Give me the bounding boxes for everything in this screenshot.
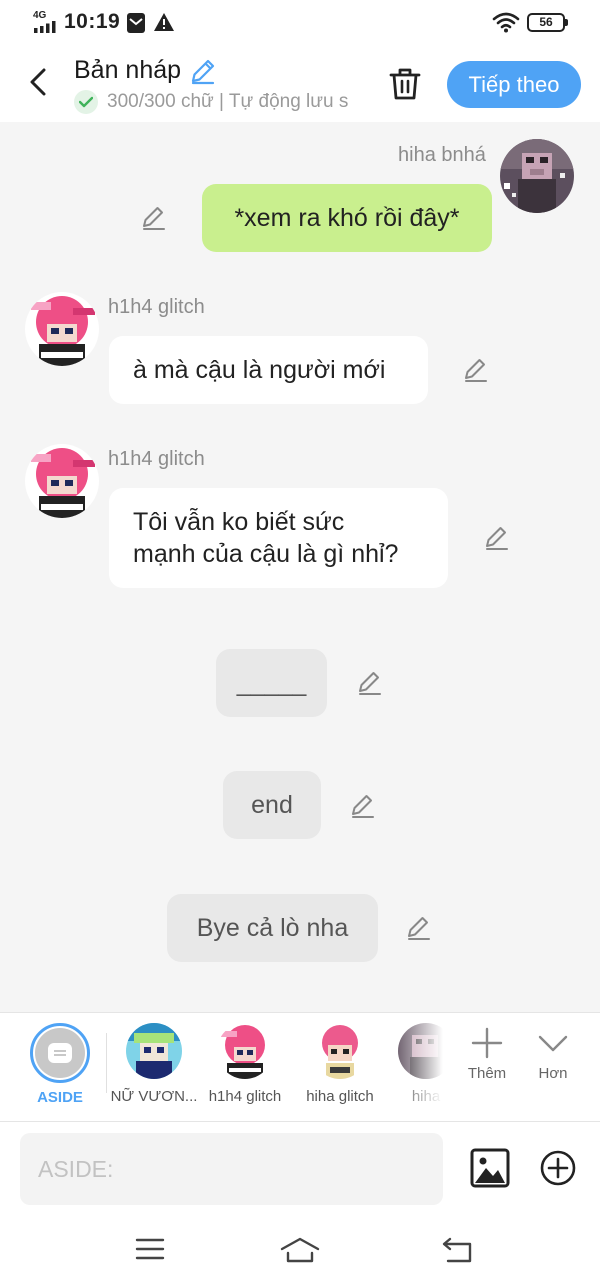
signal-icon <box>34 21 56 33</box>
check-icon <box>74 90 98 114</box>
aside-bubble[interactable]: end <box>223 771 321 839</box>
top-bar: Bản nháp 300/300 chữ | Tự động lưu s Tiế… <box>0 46 600 122</box>
message-bubble[interactable]: *xem ra khó rồi đây* <box>202 184 492 252</box>
edit-message-icon[interactable] <box>140 204 168 232</box>
avatar-hiha-bnha[interactable] <box>500 139 574 213</box>
save-status: 300/300 chữ | Tự động lưu s <box>74 90 364 114</box>
character-item[interactable]: h1h4 glitch <box>204 1023 286 1105</box>
battery-indicator: 56 <box>527 13 568 32</box>
edit-message-icon[interactable] <box>405 914 433 942</box>
edit-message-icon[interactable] <box>356 669 384 697</box>
character-avatar <box>312 1023 368 1079</box>
home-icon[interactable] <box>280 1237 320 1263</box>
back-nav-icon[interactable] <box>442 1237 474 1263</box>
character-label: hiha glitch <box>306 1088 374 1105</box>
aside-text: end <box>251 791 293 819</box>
character-selector: ASIDE NỮ VƯƠN... h1h4 glitch hiha glitch… <box>0 1012 600 1122</box>
add-circle-icon[interactable] <box>540 1150 576 1186</box>
aside-bubble[interactable]: Bye cả lò nha <box>167 894 378 962</box>
aside-text: Bye cả lò nha <box>196 914 349 942</box>
message-bubble[interactable]: à mà cậu là người mới <box>109 336 428 404</box>
avatar-h1h4-glitch[interactable] <box>25 292 99 366</box>
delete-button[interactable] <box>386 64 424 104</box>
status-bar: 4G 10:19 56 <box>0 0 600 46</box>
chevron-down-icon <box>538 1035 568 1052</box>
next-button[interactable]: Tiếp theo <box>447 61 581 108</box>
message-text-line2: mạnh của cậu là gì nhỉ? <box>133 540 399 568</box>
title-row: Bản nháp <box>74 56 217 85</box>
scroll-fade <box>395 1013 455 1121</box>
character-avatar <box>126 1023 182 1079</box>
composer <box>0 1122 600 1217</box>
character-label: NỮ VƯƠN... <box>110 1088 198 1105</box>
character-label: h1h4 glitch <box>208 1088 282 1105</box>
menu-icon[interactable] <box>135 1237 165 1261</box>
sender-name: h1h4 glitch <box>108 448 205 470</box>
avatar-h1h4-glitch[interactable] <box>25 444 99 518</box>
more-label: Hơn <box>538 1065 568 1082</box>
aside-bubble-icon <box>48 1043 72 1063</box>
message-text-line1: Tôi vẫn ko biết sức <box>133 508 345 536</box>
character-item[interactable]: hiha glitch <box>300 1023 380 1105</box>
edit-title-icon[interactable] <box>189 57 217 85</box>
plus-icon <box>471 1027 503 1059</box>
network-type: 4G <box>33 10 47 21</box>
divider <box>106 1033 107 1093</box>
clock: 10:19 <box>64 10 121 33</box>
character-label: ASIDE <box>37 1089 83 1106</box>
edit-message-icon[interactable] <box>483 524 511 552</box>
chevron-left-icon <box>30 68 46 96</box>
trash-icon <box>389 68 421 100</box>
warning-icon <box>154 13 174 31</box>
character-item[interactable]: NỮ VƯƠN... <box>111 1023 197 1105</box>
message-bubble[interactable]: Tôi vẫn ko biết sức mạnh của cậu là gì n… <box>109 488 448 588</box>
word-count-autosave: 300/300 chữ | Tự động lưu s <box>107 91 349 112</box>
image-icon[interactable] <box>470 1148 510 1188</box>
more-characters-button[interactable]: Hơn <box>532 1027 574 1082</box>
message-input[interactable] <box>20 1133 443 1205</box>
message-notification-icon <box>127 13 145 33</box>
edit-message-icon[interactable] <box>349 792 377 820</box>
wifi-icon <box>492 12 520 33</box>
message-text: *xem ra khó rồi đây* <box>234 204 460 232</box>
aside-bubble[interactable]: _____ <box>216 649 327 717</box>
system-nav-bar <box>0 1217 600 1287</box>
page-title: Bản nháp <box>74 56 182 84</box>
character-aside[interactable]: ASIDE <box>30 1023 90 1106</box>
chat-area[interactable]: hiha bnhá *xem ra khó rồi đây* h1h4 glit… <box>0 122 600 1012</box>
message-text: à mà cậu là người mới <box>133 356 386 384</box>
character-avatar <box>217 1023 273 1079</box>
back-button[interactable] <box>18 60 58 104</box>
add-label: Thêm <box>467 1065 507 1082</box>
sender-name: h1h4 glitch <box>108 296 205 318</box>
edit-message-icon[interactable] <box>462 356 490 384</box>
sender-name: hiha bnhá <box>398 144 486 166</box>
aside-text: _____ <box>236 669 307 697</box>
add-character-button[interactable]: Thêm <box>464 1027 510 1082</box>
